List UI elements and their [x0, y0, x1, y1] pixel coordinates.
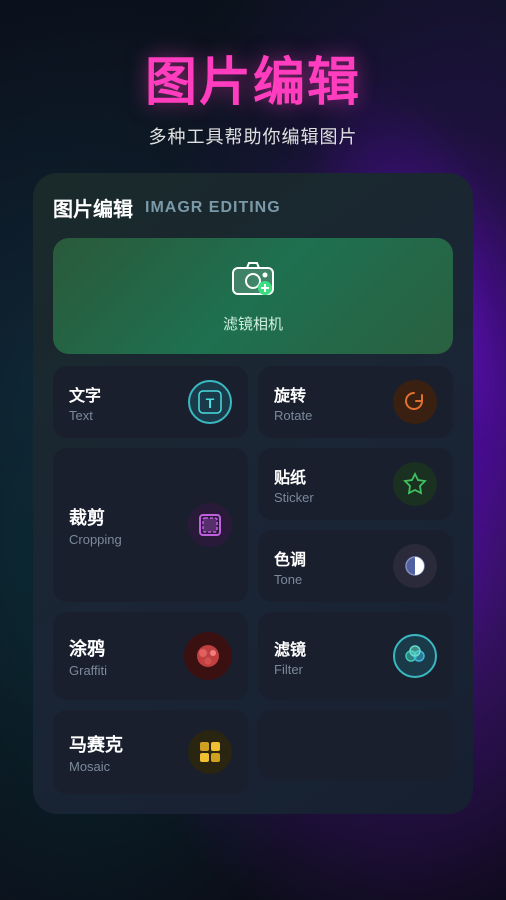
tool-graffiti-labels: 涂鸦 Graffiti: [69, 635, 107, 678]
main-card: 图片编辑 IMAGR EDITING 滤镜相机: [33, 173, 473, 814]
tool-text-labels: 文字 Text: [69, 382, 101, 423]
tone-tool-icon: [393, 544, 437, 588]
text-tool-icon: T: [188, 380, 232, 424]
tool-graffiti[interactable]: 涂鸦 Graffiti: [53, 612, 248, 700]
tool-rotate[interactable]: 旋转 Rotate: [258, 366, 453, 438]
camera-label: 滤镜相机: [223, 313, 283, 334]
card-title-en: IMAGR EDITING: [145, 199, 281, 217]
tool-mosaic-labels: 马赛克 Mosaic: [69, 731, 123, 774]
tool-tone[interactable]: 色调 Tone: [258, 530, 453, 602]
tool-cropping[interactable]: 裁剪 Cropping: [53, 448, 248, 602]
graffiti-tool-icon: [184, 632, 232, 680]
svg-text:T: T: [206, 395, 215, 411]
tool-tone-labels: 色调 Tone: [274, 546, 306, 587]
card-title-cn: 图片编辑: [53, 193, 133, 222]
main-content: 图片编辑 多种工具帮助你编辑图片 图片编辑 IMAGR EDITING: [0, 0, 506, 900]
tool-rotate-labels: 旋转 Rotate: [274, 382, 312, 423]
tool-cropping-labels: 裁剪 Cropping: [69, 504, 122, 547]
tool-filter-labels: 滤镜 Filter: [274, 636, 306, 677]
rotate-tool-icon: [393, 380, 437, 424]
card-header: 图片编辑 IMAGR EDITING: [53, 193, 453, 222]
tool-sticker-labels: 贴纸 Sticker: [274, 464, 314, 505]
sticker-tool-icon: [393, 462, 437, 506]
camera-button[interactable]: 滤镜相机: [53, 238, 453, 354]
camera-icon: [231, 258, 275, 305]
tool-mosaic[interactable]: 马赛克 Mosaic: [53, 710, 248, 794]
tool-placeholder: [258, 710, 453, 780]
tool-filter[interactable]: 滤镜 Filter: [258, 612, 453, 700]
tool-text[interactable]: 文字 Text T: [53, 366, 248, 438]
tool-sticker[interactable]: 贴纸 Sticker: [258, 448, 453, 520]
mosaic-tool-icon: [188, 730, 232, 774]
subtitle-text: 多种工具帮助你编辑图片: [149, 123, 358, 149]
page-title: 图片编辑: [145, 40, 361, 123]
title-text: 图片编辑: [145, 40, 361, 115]
filter-tool-icon: [393, 634, 437, 678]
cropping-tool-icon: [188, 503, 232, 547]
